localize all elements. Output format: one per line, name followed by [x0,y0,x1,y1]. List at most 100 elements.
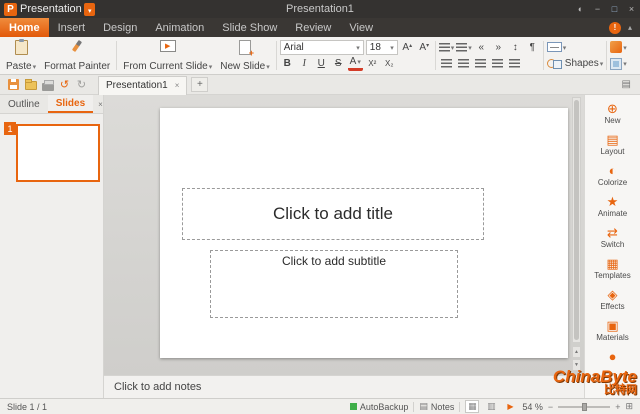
sidebar-item-colorize[interactable]: ◐ Colorize [585,160,640,191]
sidebar-item-templates[interactable]: ▦ Templates [585,253,640,284]
decrease-indent-button[interactable]: « [474,40,489,55]
tab-view[interactable]: View [340,18,382,37]
format-painter-button[interactable]: Format Painter [40,38,114,73]
font-color-button[interactable]: A [348,57,363,71]
align-right-button[interactable] [473,56,488,71]
font-family-value: Arial [284,42,304,53]
sidebar-item-layout[interactable]: ▤ Layout [585,129,640,160]
normal-view-button[interactable]: ▦ [465,400,479,413]
align-right-icon [475,59,486,68]
sidebar-item-new[interactable]: ⊕ New [585,98,640,129]
zoom-in-button[interactable]: + [615,402,620,412]
new-slide-button[interactable]: New Slide [216,38,274,73]
tab-insert[interactable]: Insert [49,18,95,37]
previous-slide-button[interactable]: ▲ [572,346,581,358]
arrange-button[interactable] [610,56,627,71]
superscript-button[interactable]: X² [365,56,380,71]
tab-outline[interactable]: Outline [0,95,48,113]
text-box-button[interactable] [547,40,567,55]
zoom-slider-thumb[interactable] [582,403,587,411]
collapse-ribbon-icon[interactable]: ▴ [628,23,632,32]
slide-indicator: Slide 1 / 1 [7,402,47,412]
decrease-font-button[interactable]: A [417,40,432,55]
fit-to-window-icon[interactable]: ⊞ [625,401,633,412]
shapes-button[interactable]: Shapes [547,56,603,71]
fill-color-icon [610,41,622,53]
slideshow-button[interactable]: ▶ [503,400,517,413]
text-direction-button[interactable]: ¶ [525,40,540,55]
close-button[interactable]: × [623,0,640,18]
slide-sorter-view-button[interactable]: ▥ [484,400,498,413]
underline-button[interactable]: U [314,56,329,71]
print-button[interactable] [39,77,56,93]
maximize-button[interactable]: □ [606,0,623,18]
notes-toggle-label: Notes [431,402,455,412]
app-logo[interactable]: P [4,3,17,16]
subtitle-placeholder[interactable]: Click to add subtitle [210,250,458,318]
zoom-slider[interactable] [558,406,610,408]
font-size-select[interactable]: 18 [366,40,398,55]
new-tab-button[interactable]: + [191,77,208,92]
italic-button[interactable]: I [297,56,312,71]
distribute-button[interactable] [507,56,522,71]
fill-color-button[interactable] [610,40,627,55]
open-button[interactable] [22,77,39,93]
statusbar-separator [413,402,414,412]
sidebar-item-partial[interactable]: ● [585,346,640,368]
chevron-down-icon [355,42,360,53]
close-icon[interactable]: × [175,81,180,90]
skin-icon[interactable]: ◐ [572,0,589,18]
tab-design[interactable]: Design [94,18,146,37]
numbering-button[interactable] [456,40,472,55]
notes-area[interactable]: Click to add notes [104,375,584,398]
chevron-down-icon [389,42,394,53]
scrollbar-thumb[interactable] [574,100,579,340]
title-placeholder[interactable]: Click to add title [182,188,484,240]
numbering-icon [456,43,467,52]
save-button[interactable] [5,77,22,93]
promotion-icon[interactable]: ! [609,22,621,34]
zoom-out-button[interactable]: − [548,402,553,412]
tab-home[interactable]: Home [0,18,49,37]
sidebar-item-animate[interactable]: ★ Animate [585,191,640,222]
vertical-scrollbar[interactable] [572,97,581,343]
increase-indent-button[interactable]: » [491,40,506,55]
sidebar-item-label: Effects [600,302,624,311]
bold-button[interactable]: B [280,56,295,71]
bullets-button[interactable] [439,40,455,55]
window-controls: ◐ − □ × [572,0,640,18]
panel-toggle-icon[interactable]: ▤ [622,79,635,90]
sidebar-item-switch[interactable]: ⇄ Switch [585,222,640,253]
autobackup-status[interactable]: AutoBackup [350,402,409,412]
minimize-button[interactable]: − [589,0,606,18]
align-center-button[interactable] [456,56,471,71]
ribbon-separator [116,41,117,70]
slide-editing-area: Click to add title Click to add subtitle [160,108,568,358]
increase-font-button[interactable]: A [400,40,415,55]
strikethrough-button[interactable]: S [331,56,346,71]
tab-slide-show[interactable]: Slide Show [213,18,286,37]
font-family-select[interactable]: Arial [280,40,364,55]
align-left-button[interactable] [439,56,454,71]
justify-button[interactable] [490,56,505,71]
tab-review[interactable]: Review [286,18,340,37]
chevron-down-icon [599,58,604,69]
app-menu-dropdown[interactable] [84,3,95,16]
document-tab[interactable]: Presentation1 × [98,76,187,95]
slide-thumbnail-item[interactable]: 1 [4,123,99,185]
redo-button[interactable]: ↻ [73,77,90,93]
subscript-button[interactable]: X₂ [382,56,397,71]
paste-button[interactable]: Paste [2,38,40,73]
arrow-up-icon [409,42,412,53]
next-slide-button[interactable]: ▼ [572,359,581,371]
notes-toggle[interactable]: ▤ Notes [419,401,454,412]
sidebar-item-materials[interactable]: ▣ Materials [585,315,640,346]
from-current-slide-button[interactable]: ▶ From Current Slide [119,38,216,73]
undo-button[interactable]: ↺ [56,77,73,93]
sidebar-item-effects[interactable]: ◈ Effects [585,284,640,315]
line-spacing-button[interactable]: ↕ [508,40,523,55]
slide-thumbnail[interactable] [16,124,100,182]
zoom-value[interactable]: 54 % [522,402,543,412]
tab-slides[interactable]: Slides [48,95,93,113]
tab-animation[interactable]: Animation [146,18,213,37]
